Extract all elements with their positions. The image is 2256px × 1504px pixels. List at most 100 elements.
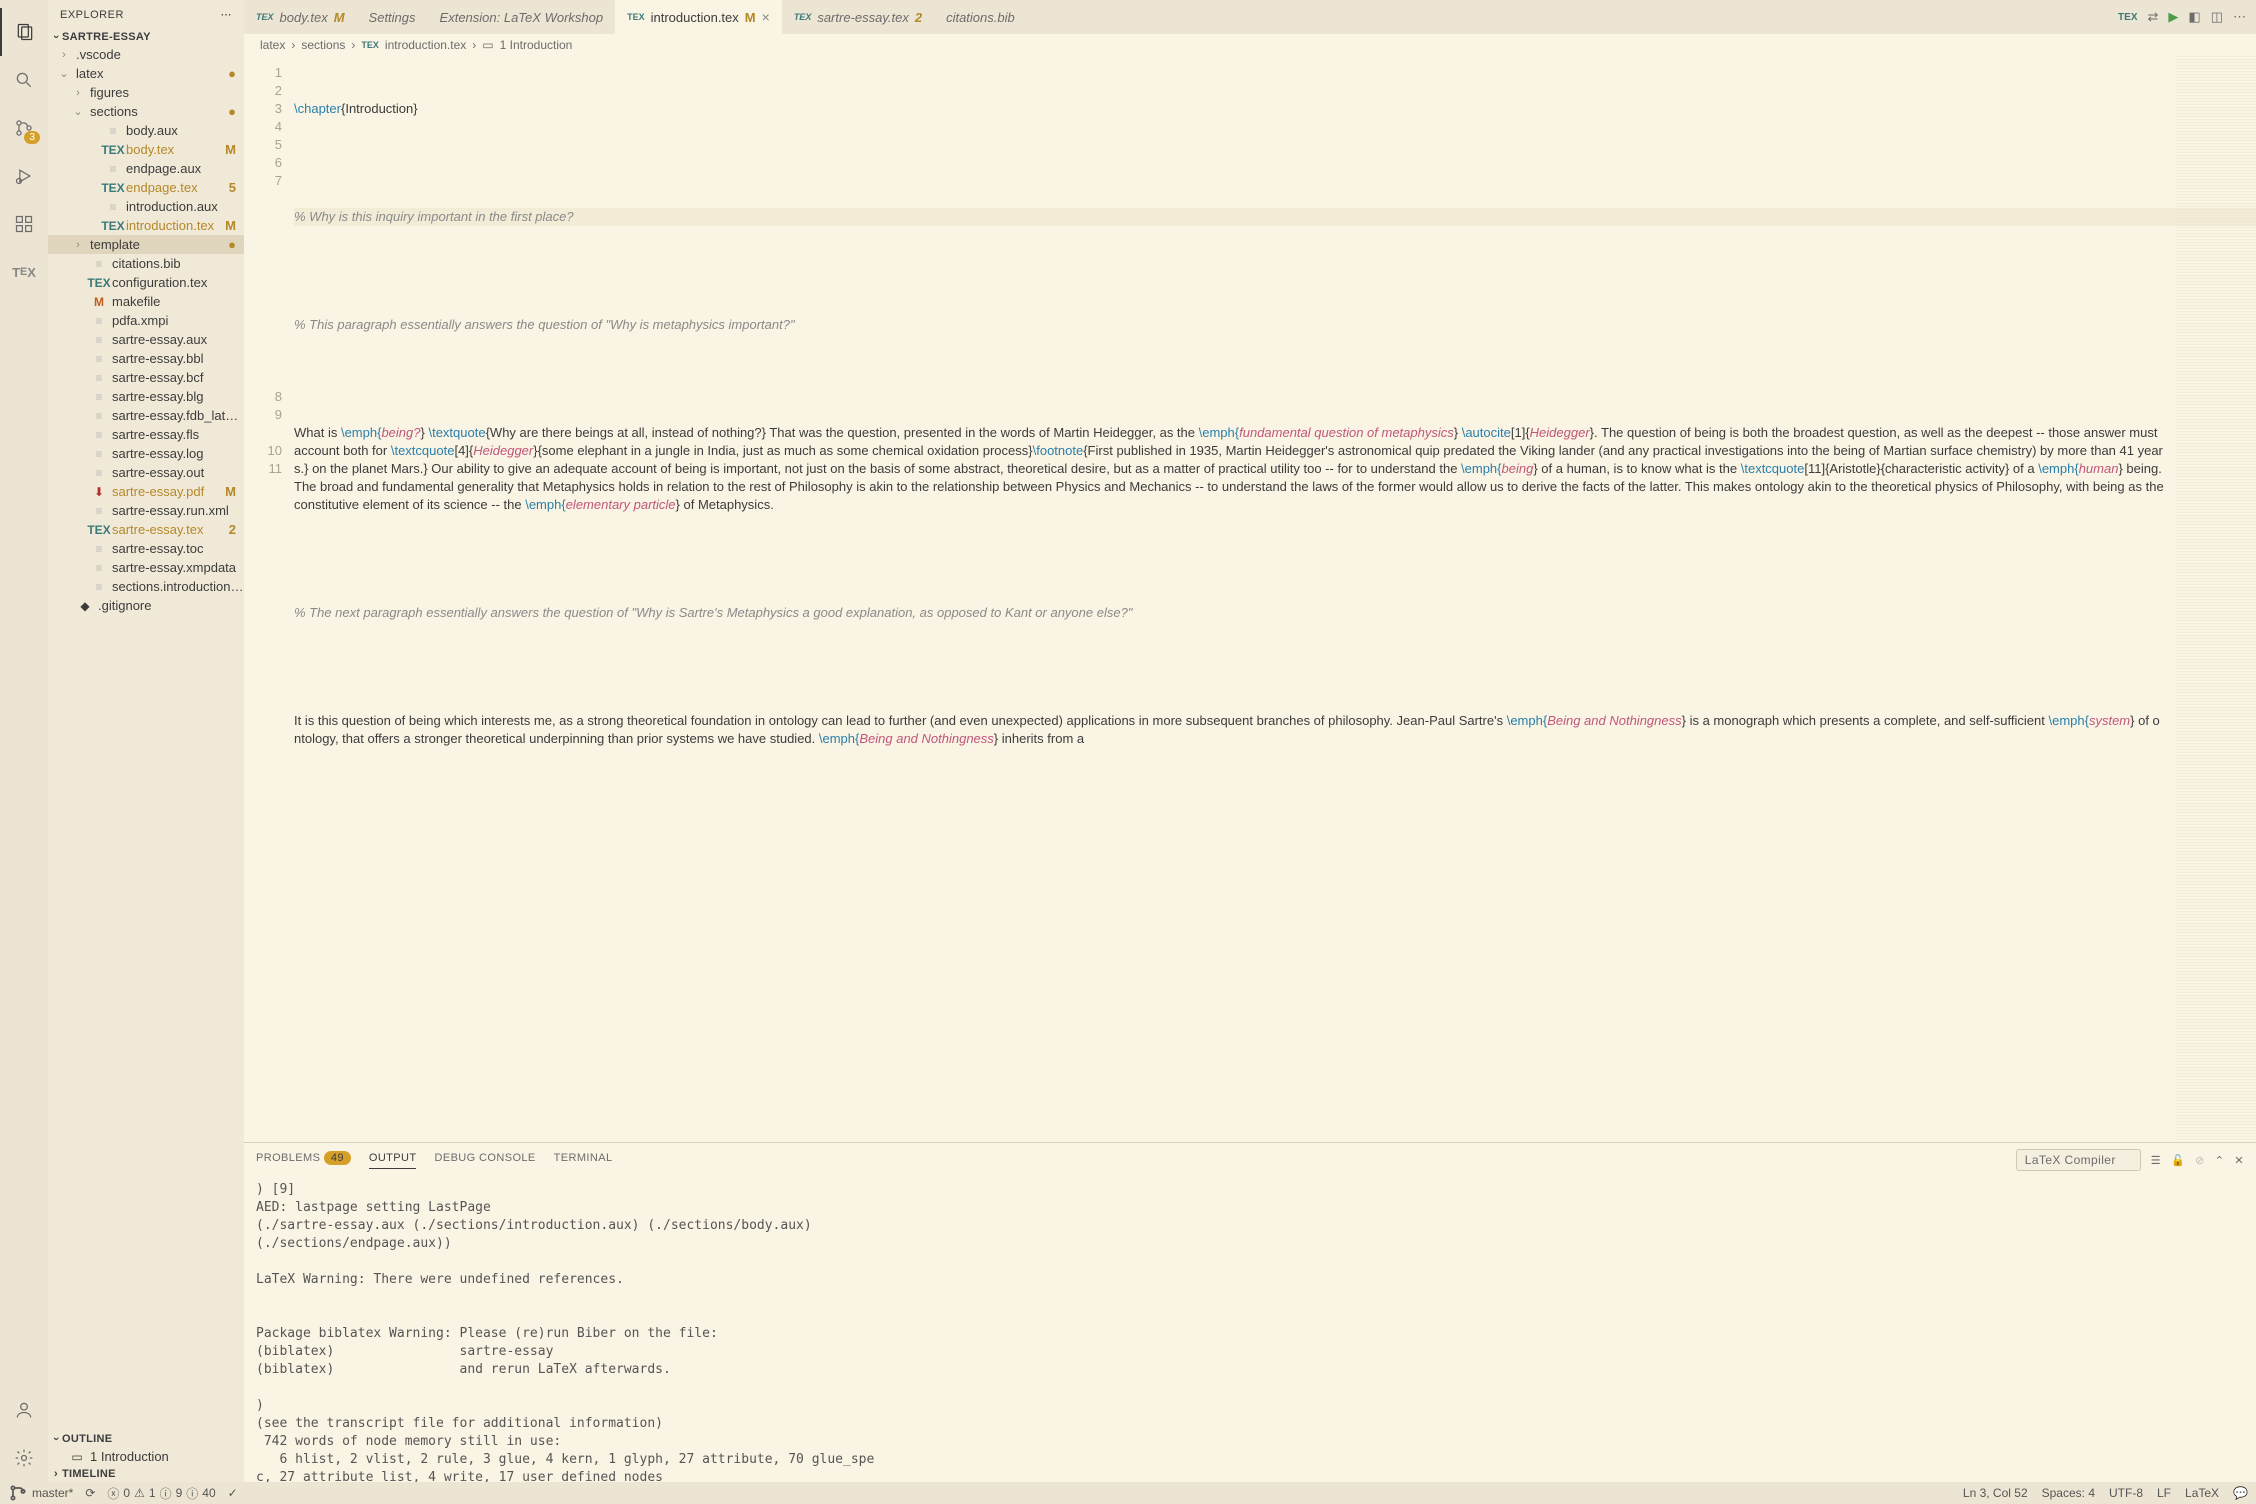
close-panel-icon[interactable]: ✕ (2234, 1154, 2244, 1167)
eol[interactable]: LF (2157, 1486, 2171, 1500)
settings-gear-icon[interactable] (0, 1434, 48, 1482)
tree-item[interactable]: TEXendpage.tex5 (48, 178, 244, 197)
tree-item[interactable]: ≡sartre-essay.fdb_latexmk (48, 406, 244, 425)
tree-item[interactable]: ≡pdfa.xmpi (48, 311, 244, 330)
tree-item[interactable]: ≡sartre-essay.bcf (48, 368, 244, 387)
outline-item[interactable]: ▭ 1 Introduction (48, 1447, 244, 1466)
output-content[interactable]: ) [9] AED: lastpage setting LastPage (./… (244, 1177, 2256, 1482)
extensions-icon[interactable] (0, 200, 48, 248)
code-editor[interactable]: 1 2 3 4 5 6 7 8 9 10 11 \chapter{Introdu… (244, 56, 2256, 1142)
status-problems[interactable]: ⓧ 0 ⚠ 1 ⓘ 9 ⓘ 40 (107, 1485, 215, 1502)
tree-item[interactable]: ›figures (48, 83, 244, 102)
status-bar: master* ⟳ ⓧ 0 ⚠ 1 ⓘ 9 ⓘ 40 ✓ Ln 3, Col 5… (0, 1482, 2256, 1504)
editor-tab[interactable]: TEXbody.texM (244, 0, 357, 34)
file-icon: ≡ (90, 371, 108, 385)
tree-item[interactable]: ›.vscode (48, 45, 244, 64)
breadcrumb-item[interactable]: sections (301, 38, 345, 52)
lock-icon[interactable]: 🔓 (2171, 1154, 2185, 1167)
indentation[interactable]: Spaces: 4 (2042, 1486, 2095, 1500)
clear-icon[interactable]: ⊘ (2195, 1154, 2205, 1167)
sidebar-more-icon[interactable]: ⋯ (221, 8, 233, 21)
compare-icon[interactable]: ⇄ (2148, 9, 2159, 25)
tree-item[interactable]: ≡citations.bib (48, 254, 244, 273)
tree-item[interactable]: ⬇sartre-essay.pdfM (48, 482, 244, 501)
editor-tab[interactable]: TEXintroduction.texM× (615, 0, 782, 34)
tree-item[interactable]: ≡endpage.aux (48, 159, 244, 178)
file-label: sartre-essay.toc (112, 541, 244, 556)
tree-item[interactable]: TEXbody.texM (48, 140, 244, 159)
tree-item[interactable]: Mmakefile (48, 292, 244, 311)
git-status: ● (228, 104, 236, 119)
sync-icon[interactable]: ⟳ (85, 1486, 95, 1500)
git-file-icon: ◆ (76, 599, 94, 613)
breadcrumb-item[interactable]: latex (260, 38, 285, 52)
editor-tab[interactable]: Settings (357, 0, 428, 34)
editor-tab[interactable]: Extension: LaTeX Workshop (428, 0, 616, 34)
code-content[interactable]: \chapter{Introduction} % Why is this inq… (294, 56, 2256, 1142)
outline-section[interactable]: OUTLINE (48, 1431, 244, 1447)
tree-item[interactable]: ≡introduction.aux (48, 197, 244, 216)
tree-item[interactable]: ≡sections.introduction.aux (48, 577, 244, 596)
timeline-section[interactable]: TIMELINE (48, 1466, 244, 1482)
split-right-icon[interactable]: ◧ (2188, 9, 2200, 25)
check-icon[interactable]: ✓ (228, 1486, 238, 1500)
play-icon[interactable]: ▶ (2168, 9, 2178, 25)
tree-item[interactable]: ≡sartre-essay.blg (48, 387, 244, 406)
tree-item[interactable]: ›template● (48, 235, 244, 254)
chevron-up-icon[interactable]: ⌃ (2215, 1154, 2225, 1167)
tab-debug-console[interactable]: DEBUG CONSOLE (434, 1152, 535, 1168)
minimap[interactable] (2176, 56, 2256, 1142)
tex-file-icon: TEX (90, 523, 108, 537)
explorer-icon[interactable] (0, 8, 48, 56)
editor-tab[interactable]: citations.bib (934, 0, 1027, 34)
source-control-icon[interactable]: 3 (0, 104, 48, 152)
chevron-right-icon (54, 1468, 58, 1480)
file-label: citations.bib (112, 256, 244, 271)
accounts-icon[interactable] (0, 1386, 48, 1434)
tree-item[interactable]: ≡sartre-essay.fls (48, 425, 244, 444)
breadcrumb-item[interactable]: introduction.tex (385, 38, 466, 52)
tree-item[interactable]: ≡sartre-essay.aux (48, 330, 244, 349)
git-branch[interactable]: master* (8, 1483, 73, 1503)
symbol-icon: ▭ (68, 1450, 86, 1464)
list-icon[interactable]: ☰ (2151, 1154, 2161, 1167)
tree-item[interactable]: ◆.gitignore (48, 596, 244, 615)
breadcrumbs[interactable]: latex›sections›TEXintroduction.tex›▭1 In… (244, 34, 2256, 56)
tab-output[interactable]: OUTPUT (369, 1152, 417, 1169)
tree-item[interactable]: TEXsartre-essay.tex2 (48, 520, 244, 539)
tree-item[interactable]: ≡body.aux (48, 121, 244, 140)
language-mode[interactable]: LaTeX (2185, 1486, 2219, 1500)
run-debug-icon[interactable] (0, 152, 48, 200)
editor-tab[interactable]: TEXsartre-essay.tex2 (782, 0, 934, 34)
tree-item[interactable]: TEXconfiguration.tex (48, 273, 244, 292)
tree-item[interactable]: ≡sartre-essay.xmpdata (48, 558, 244, 577)
search-icon[interactable] (0, 56, 48, 104)
output-channel-select[interactable]: LaTeX Compiler (2016, 1149, 2141, 1171)
tree-item[interactable]: ≡sartre-essay.toc (48, 539, 244, 558)
git-status: M (225, 142, 236, 157)
project-section[interactable]: SARTRE-ESSAY (48, 29, 244, 45)
breadcrumb-item[interactable]: 1 Introduction (500, 38, 573, 52)
tree-item[interactable]: TEXintroduction.texM (48, 216, 244, 235)
tree-item[interactable]: ≡sartre-essay.log (48, 444, 244, 463)
close-tab-icon[interactable]: × (762, 9, 770, 25)
tex-icon[interactable]: TEX (0, 248, 48, 296)
file-label: sartre-essay.tex (112, 522, 229, 537)
tab-problems[interactable]: PROBLEMS 49 (256, 1152, 351, 1168)
file-icon: ≡ (104, 124, 122, 138)
tab-terminal[interactable]: TERMINAL (554, 1152, 613, 1168)
tree-item[interactable]: ⌄latex● (48, 64, 244, 83)
feedback-icon[interactable]: 💬 (2233, 1486, 2248, 1500)
tex-file-icon: TEX (104, 181, 122, 195)
makefile-icon: M (90, 295, 108, 309)
tree-item[interactable]: ≡sartre-essay.out (48, 463, 244, 482)
tree-item[interactable]: ≡sartre-essay.run.xml (48, 501, 244, 520)
file-label: introduction.tex (126, 218, 225, 233)
tree-item[interactable]: ⌄sections● (48, 102, 244, 121)
cursor-position[interactable]: Ln 3, Col 52 (1963, 1486, 2028, 1500)
split-icon[interactable]: ◫ (2211, 9, 2223, 25)
tex-action-icon[interactable]: TEX (2118, 12, 2137, 23)
encoding[interactable]: UTF-8 (2109, 1486, 2143, 1500)
tree-item[interactable]: ≡sartre-essay.bbl (48, 349, 244, 368)
more-icon[interactable]: ⋯ (2233, 9, 2246, 25)
